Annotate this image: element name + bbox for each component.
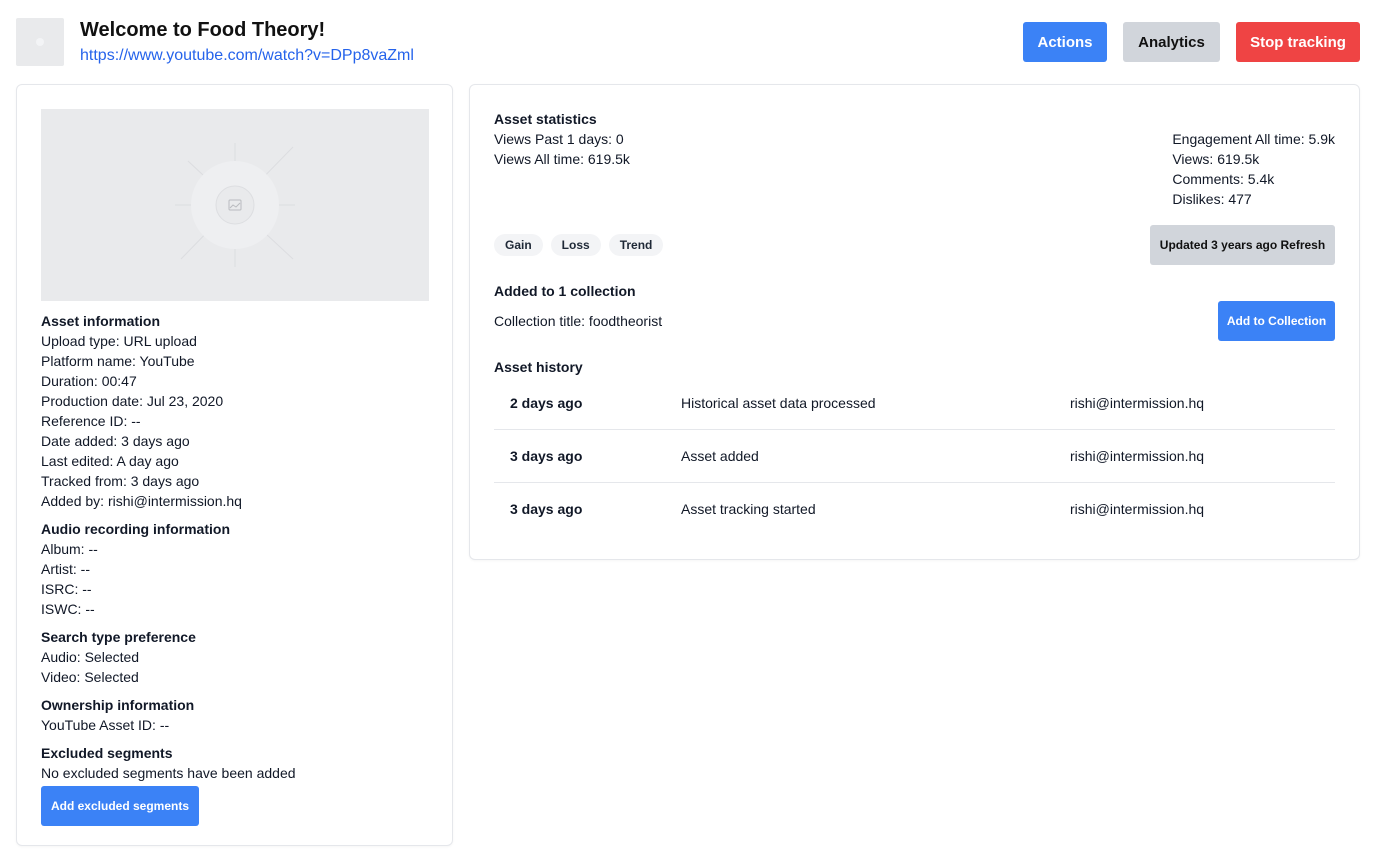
ownership-section: Ownership information YouTube Asset ID: …: [41, 695, 431, 735]
analytics-button[interactable]: Analytics: [1123, 22, 1220, 62]
asset-history-heading: Asset history: [494, 359, 583, 375]
asset-statistics-card: Asset statistics Views Past 1 days: 0 Vi…: [469, 84, 1360, 560]
collection-title: Collection title: foodtheorist: [494, 313, 663, 329]
asset-details-card: Asset information Upload type: URL uploa…: [16, 84, 453, 846]
add-excluded-segments-button[interactable]: Add excluded segments: [41, 786, 199, 826]
ownership-heading: Ownership information: [41, 697, 195, 713]
comments-count: Comments: 5.4k: [1172, 171, 1275, 187]
excluded-segments-empty: No excluded segments have been added: [41, 765, 296, 781]
history-time: 3 days ago: [510, 501, 583, 517]
stat-filter-chips: Gain Loss Trend: [494, 234, 664, 256]
asset-history-table: 2 days ago Historical asset data process…: [494, 377, 1335, 536]
search-preference-heading: Search type preference: [41, 629, 196, 645]
views-past-days: Views Past 1 days: 0: [494, 131, 624, 147]
excluded-segments-section: Excluded segments No excluded segments h…: [41, 743, 431, 826]
asset-statistics-heading: Asset statistics: [494, 111, 597, 127]
history-row: 3 days ago Asset tracking started rishi@…: [494, 483, 1335, 536]
isrc: ISRC: --: [41, 581, 92, 597]
views-all-time: Views All time: 619.5k: [494, 151, 630, 167]
history-event: Asset tracking started: [681, 501, 816, 517]
page-header: Welcome to Food Theory! https://www.yout…: [16, 18, 1360, 66]
gain-chip[interactable]: Gain: [494, 234, 543, 256]
asset-information-heading: Asset information: [41, 313, 161, 329]
added-by: Added by: rishi@intermission.hq: [41, 493, 242, 509]
history-row: 2 days ago Historical asset data process…: [494, 377, 1335, 430]
page-title: Welcome to Food Theory!: [80, 19, 326, 41]
history-user: rishi@intermission.hq: [1070, 395, 1205, 411]
youtube-asset-id: YouTube Asset ID: --: [41, 717, 170, 733]
asset-info-panel: Asset information Upload type: URL uploa…: [41, 311, 431, 834]
trend-chip[interactable]: Trend: [608, 234, 664, 256]
tracked-from: Tracked from: 3 days ago: [41, 473, 200, 489]
last-edited: Last edited: A day ago: [41, 453, 179, 469]
views-summary: Views Past 1 days: 0 Views All time: 619…: [494, 129, 630, 169]
reference-id: Reference ID: --: [41, 413, 141, 429]
history-row: 3 days ago Asset added rishi@intermissio…: [494, 430, 1335, 483]
video-preview: [41, 109, 429, 301]
upload-type: Upload type: URL upload: [41, 333, 197, 349]
collection-heading: Added to 1 collection: [494, 283, 636, 299]
history-time: 3 days ago: [510, 448, 583, 464]
audio-recording-heading: Audio recording information: [41, 521, 230, 537]
iswc: ISWC: --: [41, 601, 95, 617]
loss-chip[interactable]: Loss: [550, 234, 601, 256]
stop-tracking-button[interactable]: Stop tracking: [1236, 22, 1360, 62]
audio-preference: Audio: Selected: [41, 649, 140, 665]
asset-url-link[interactable]: https://www.youtube.com/watch?v=DPp8vaZm…: [80, 46, 414, 66]
platform-name: Platform name: YouTube: [41, 353, 195, 369]
engagement-all-time: Engagement All time: 5.9k: [1172, 131, 1335, 147]
history-user: rishi@intermission.hq: [1070, 501, 1205, 517]
artist: Artist: --: [41, 561, 90, 577]
refresh-button[interactable]: Updated 3 years ago Refresh: [1150, 225, 1335, 265]
views-count: Views: 619.5k: [1172, 151, 1260, 167]
album: Album: --: [41, 541, 98, 557]
history-time: 2 days ago: [510, 395, 583, 411]
history-user: rishi@intermission.hq: [1070, 448, 1205, 464]
asset-thumbnail: [16, 18, 64, 66]
image-placeholder-icon: [175, 143, 295, 267]
dislikes-count: Dislikes: 477: [1172, 191, 1252, 207]
add-to-collection-button[interactable]: Add to Collection: [1218, 301, 1335, 341]
history-event: Asset added: [681, 448, 759, 464]
actions-button[interactable]: Actions: [1023, 22, 1107, 62]
search-preference-section: Search type preference Audio: Selected V…: [41, 627, 431, 687]
duration: Duration: 00:47: [41, 373, 137, 389]
excluded-segments-heading: Excluded segments: [41, 745, 173, 761]
video-preference: Video: Selected: [41, 669, 139, 685]
asset-information-section: Asset information Upload type: URL uploa…: [41, 311, 431, 511]
date-added: Date added: 3 days ago: [41, 433, 190, 449]
history-event: Historical asset data processed: [681, 395, 876, 411]
engagement-summary: Engagement All time: 5.9k Views: 619.5k …: [1172, 129, 1335, 209]
audio-recording-section: Audio recording information Album: -- Ar…: [41, 519, 431, 619]
production-date: Production date: Jul 23, 2020: [41, 393, 224, 409]
